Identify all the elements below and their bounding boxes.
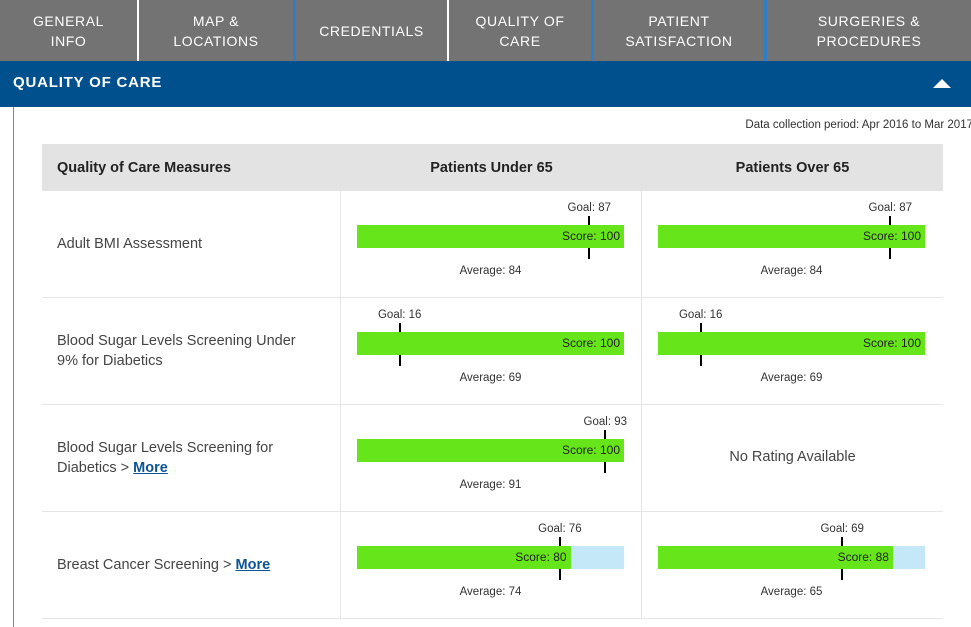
table-row: Blood Sugar Levels Screening Under 9% fo…: [42, 298, 943, 405]
score-bar-fill: Score: 80: [357, 546, 571, 569]
score-bar-fill: Score: 100: [357, 225, 624, 248]
average-label: Average: 84: [760, 265, 823, 277]
score-bar-track: Score: 80: [357, 546, 624, 569]
average-label: Average: 69: [459, 372, 522, 384]
goal-marker-lower: [588, 248, 591, 259]
score-bar-track: Score: 100: [658, 225, 925, 248]
goal-marker: [841, 537, 844, 546]
measure-name: Breast Cancer Screening >: [57, 557, 232, 573]
goal-marker: [558, 537, 561, 546]
score-cell-over-65: No Rating Available: [642, 405, 943, 511]
section-header[interactable]: QUALITY OF CARE: [0, 61, 971, 107]
goal-marker-lower: [841, 569, 844, 580]
goal-marker: [889, 216, 892, 225]
table-row: Blood Sugar Levels Screening for Diabeti…: [42, 405, 943, 512]
score-cell-under-65: Goal: 87 Score: 100 Average: 84: [341, 191, 642, 297]
goal-marker: [398, 323, 401, 332]
score-bar-track: Score: 100: [357, 332, 624, 355]
goal-marker-lower: [699, 355, 702, 366]
measure-cell: Adult BMI Assessment: [42, 191, 341, 297]
goal-label: Goal: 87: [868, 202, 913, 214]
score-label: Score: 100: [862, 229, 921, 243]
table-header: Quality of Care Measures Patients Under …: [42, 144, 943, 191]
score-label: Score: 100: [561, 336, 620, 350]
score-bar-fill: Score: 100: [658, 332, 925, 355]
goal-marker: [604, 430, 607, 439]
goal-marker-lower: [398, 355, 401, 366]
table-body: Adult BMI Assessment Goal: 87 Score: 100 Av…: [42, 191, 943, 619]
score-cell-over-65: Goal: 87 Score: 100 Average: 84: [642, 191, 943, 297]
goal-label: Goal: 87: [567, 202, 612, 214]
more-link[interactable]: More: [133, 460, 168, 476]
table-row: Adult BMI Assessment Goal: 87 Score: 100 Av…: [42, 191, 943, 298]
score-label: Score: 100: [862, 336, 921, 350]
tab-general-info[interactable]: GENERAL INFO: [0, 0, 139, 61]
score-cell-under-65: Goal: 76 Score: 80 Average: 74: [341, 512, 642, 618]
header-measures: Quality of Care Measures: [57, 159, 232, 176]
score-bar-fill: Score: 100: [357, 439, 624, 462]
measure-cell: Blood Sugar Levels Screening for Diabeti…: [42, 405, 341, 511]
goal-marker-lower: [604, 462, 607, 473]
tab-bar: GENERAL INFO MAP & LOCATIONS CREDENTIALS…: [0, 0, 971, 61]
section-title: QUALITY OF CARE: [13, 74, 163, 91]
score-bar-track: Score: 88: [658, 546, 925, 569]
header-under-65: Patients Under 65: [430, 159, 553, 176]
quality-table: Quality of Care Measures Patients Under …: [42, 144, 943, 619]
score-cell-under-65: Goal: 93 Score: 100 Average: 91: [341, 405, 642, 511]
score-bar-track: Score: 100: [357, 439, 624, 462]
goal-label: Goal: 93: [583, 416, 628, 428]
goal-marker: [588, 216, 591, 225]
average-label: Average: 69: [760, 372, 823, 384]
score-bar-fill: Score: 88: [658, 546, 893, 569]
tab-surgeries-procedures[interactable]: SURGERIES & PROCEDURES: [767, 0, 971, 61]
goal-label: Goal: 76: [538, 523, 582, 535]
quality-panel: Data collection period: Apr 2016 to Mar …: [13, 107, 971, 627]
measure-cell: Blood Sugar Levels Screening Under 9% fo…: [42, 298, 341, 404]
score-bar-track: Score: 100: [357, 225, 624, 248]
tab-map-locations[interactable]: MAP & LOCATIONS: [139, 0, 296, 61]
score-label: Score: 100: [561, 443, 620, 457]
goal-label: Goal: 69: [820, 523, 864, 535]
data-collection-period: Data collection period: Apr 2016 to Mar …: [745, 119, 971, 131]
tab-label: QUALITY OF CARE: [475, 12, 565, 49]
tab-quality-of-care[interactable]: QUALITY OF CARE: [449, 0, 594, 61]
score-bar-track: Score: 100: [658, 332, 925, 355]
measure-name: Blood Sugar Levels Screening Under 9% fo…: [57, 333, 296, 369]
score-bar-fill: Score: 100: [658, 225, 925, 248]
measure-name: Adult BMI Assessment: [57, 236, 203, 252]
header-over-65: Patients Over 65: [735, 159, 850, 176]
average-label: Average: 84: [459, 265, 522, 277]
average-label: Average: 65: [760, 586, 823, 598]
score-cell-over-65: Goal: 16 Score: 100 Average: 69: [642, 298, 943, 404]
goal-label: Goal: 16: [377, 309, 422, 321]
measure-cell: Breast Cancer Screening > More: [42, 512, 341, 618]
tab-label: GENERAL INFO: [32, 12, 105, 49]
score-label: Score: 80: [515, 550, 567, 564]
score-cell-over-65: Goal: 69 Score: 88 Average: 65: [642, 512, 943, 618]
score-cell-under-65: Goal: 16 Score: 100 Average: 69: [341, 298, 642, 404]
caret-up-icon[interactable]: [933, 79, 951, 88]
tab-label: CREDENTIALS: [319, 22, 424, 39]
score-label: Score: 100: [561, 229, 620, 243]
score-label: Score: 88: [837, 550, 889, 564]
goal-marker-lower: [558, 569, 561, 580]
tab-label: PATIENT SATISFACTION: [625, 12, 733, 49]
average-label: Average: 74: [459, 586, 522, 598]
table-row: Breast Cancer Screening > More Goal: 76 Sc…: [42, 512, 943, 619]
score-bar-fill: Score: 100: [357, 332, 624, 355]
more-link[interactable]: More: [236, 557, 271, 573]
goal-marker-lower: [889, 248, 892, 259]
goal-label: Goal: 16: [678, 309, 723, 321]
no-rating-text: No Rating Available: [729, 449, 856, 465]
average-label: Average: 91: [459, 479, 522, 491]
tab-credentials[interactable]: CREDENTIALS: [296, 0, 449, 61]
tab-label: MAP & LOCATIONS: [173, 12, 259, 49]
tab-patient-satisfaction[interactable]: PATIENT SATISFACTION: [594, 0, 767, 61]
goal-marker: [699, 323, 702, 332]
tab-label: SURGERIES & PROCEDURES: [816, 12, 922, 49]
